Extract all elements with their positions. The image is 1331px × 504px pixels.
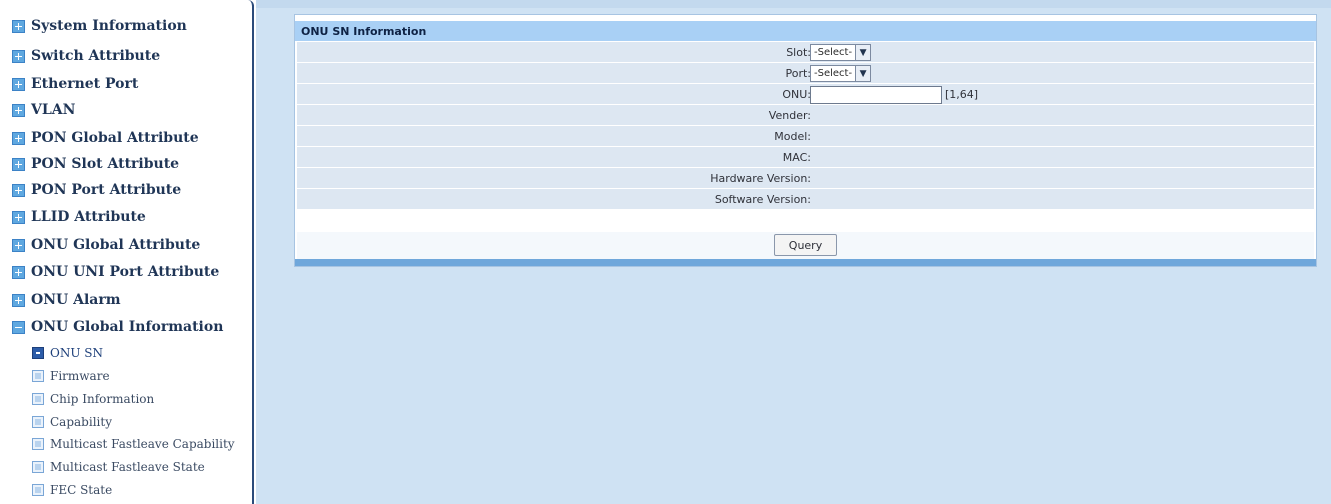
sidebar-item-label: PON Slot Attribute — [31, 156, 180, 172]
sidebar-item-ethernet-port[interactable]: Ethernet Port — [12, 74, 138, 94]
expand-plus-icon — [12, 103, 25, 117]
hardware-version-row: Hardware Version: — [297, 168, 1314, 189]
sidebar-item-llid-attribute[interactable]: LLID Attribute — [12, 207, 146, 227]
slot-label: Slot: — [786, 46, 811, 59]
expand-plus-icon — [12, 210, 25, 224]
sidebar-subitem-label: Multicast Fastleave State — [50, 460, 205, 474]
sidebar-item-pon-global-attribute[interactable]: PON Global Attribute — [12, 128, 199, 148]
query-row: Query — [297, 232, 1314, 259]
mac-row: MAC: — [297, 147, 1314, 168]
sidebar-subitem-label: Capability — [50, 415, 112, 429]
onu-input[interactable] — [810, 85, 942, 104]
page-icon — [32, 461, 44, 473]
port-row: Port: -Select- ▼ — [297, 63, 1314, 84]
sidebar-item-label: LLID Attribute — [31, 209, 146, 225]
onu-range-hint: [1,64] — [945, 88, 979, 101]
expand-plus-icon — [12, 131, 25, 145]
sidebar-subitem-onu-sn[interactable]: ONU SN — [32, 344, 103, 362]
sidebar-subitem-firmware[interactable]: Firmware — [32, 367, 110, 385]
sidebar-item-switch-attribute[interactable]: Switch Attribute — [12, 46, 160, 66]
expand-plus-icon — [12, 238, 25, 252]
onu-row: ONU: [1,64] — [297, 84, 1314, 105]
vender-row: Vender: — [297, 105, 1314, 126]
sidebar-item-onu-global-information[interactable]: ONU Global Information — [12, 317, 223, 337]
mac-label: MAC: — [782, 151, 811, 164]
sidebar-item-onu-uni-port-attribute[interactable]: ONU UNI Port Attribute — [12, 262, 219, 282]
software-version-label: Software Version: — [714, 193, 811, 206]
sidebar-item-label: PON Global Attribute — [31, 130, 199, 146]
expand-plus-icon — [12, 265, 25, 279]
top-strip — [256, 0, 1331, 8]
sidebar-item-pon-slot-attribute[interactable]: PON Slot Attribute — [12, 154, 179, 174]
page-icon — [32, 416, 44, 428]
page-icon — [32, 484, 44, 496]
main-content: ONU SN Information Slot: -Select- ▼ Port… — [256, 0, 1331, 504]
sidebar-item-label: ONU UNI Port Attribute — [31, 264, 220, 280]
onu-sn-panel: ONU SN Information Slot: -Select- ▼ Port… — [294, 14, 1317, 267]
sidebar-item-label: ONU Global Information — [31, 319, 224, 335]
model-row: Model: — [297, 126, 1314, 147]
page-icon — [32, 347, 44, 359]
sidebar-subitem-fec-state[interactable]: FEC State — [32, 481, 112, 499]
expand-plus-icon — [12, 77, 25, 91]
sidebar-item-onu-alarm[interactable]: ONU Alarm — [12, 290, 121, 310]
collapse-minus-icon — [12, 320, 25, 334]
port-select-value: -Select- — [814, 68, 853, 79]
slot-select-value: -Select- — [814, 47, 853, 58]
slot-select[interactable]: -Select- ▼ — [810, 44, 872, 61]
page-icon — [32, 438, 44, 450]
expand-plus-icon — [12, 293, 25, 307]
port-select[interactable]: -Select- ▼ — [810, 65, 872, 82]
model-label: Model: — [774, 130, 811, 143]
sidebar-subitem-multicast-fastleave-capability[interactable]: Multicast Fastleave Capability — [32, 435, 235, 453]
sidebar-subitem-label: Chip Information — [50, 392, 155, 406]
expand-plus-icon — [12, 183, 25, 197]
sidebar-item-label: ONU Global Attribute — [31, 237, 201, 253]
query-button[interactable]: Query — [774, 234, 837, 256]
panel-header: ONU SN Information — [295, 21, 1316, 41]
expand-plus-icon — [12, 49, 25, 63]
sidebar-item-label: PON Port Attribute — [31, 182, 182, 198]
sidebar-nav: System Information Switch Attribute Ethe… — [0, 0, 254, 504]
page-icon — [32, 393, 44, 405]
vender-label: Vender: — [768, 109, 811, 122]
sidebar-subitem-label: ONU SN — [50, 346, 103, 360]
page-icon — [32, 370, 44, 382]
sidebar-subitem-label: Firmware — [50, 369, 110, 383]
sidebar-item-label: Ethernet Port — [31, 76, 139, 92]
expand-plus-icon — [12, 157, 25, 171]
sidebar-subitem-capability[interactable]: Capability — [32, 413, 112, 431]
onu-label: ONU: — [782, 88, 811, 101]
sidebar-item-system-information[interactable]: System Information — [12, 16, 187, 36]
sidebar-item-label: System Information — [31, 18, 187, 34]
sidebar-subitem-label: FEC State — [50, 483, 113, 497]
sidebar-item-vlan[interactable]: VLAN — [12, 100, 75, 120]
chevron-down-icon[interactable]: ▼ — [855, 66, 871, 81]
hardware-version-label: Hardware Version: — [710, 172, 811, 185]
sidebar-subitem-multicast-fastleave-state[interactable]: Multicast Fastleave State — [32, 458, 205, 476]
expand-plus-icon — [12, 19, 25, 33]
sidebar-subitem-chip-information[interactable]: Chip Information — [32, 390, 154, 408]
sidebar-item-pon-port-attribute[interactable]: PON Port Attribute — [12, 180, 181, 200]
chevron-down-icon[interactable]: ▼ — [855, 45, 871, 60]
sidebar-subitem-label: Multicast Fastleave Capability — [50, 437, 235, 451]
sidebar-item-onu-global-attribute[interactable]: ONU Global Attribute — [12, 235, 200, 255]
port-label: Port: — [785, 67, 811, 80]
slot-row: Slot: -Select- ▼ — [297, 42, 1314, 63]
software-version-row: Software Version: — [297, 189, 1314, 210]
sidebar-item-label: VLAN — [31, 102, 76, 118]
sidebar-item-label: Switch Attribute — [31, 48, 161, 64]
panel-footer-bar — [295, 259, 1316, 266]
panel-title: ONU SN Information — [301, 24, 427, 38]
sidebar-item-label: ONU Alarm — [31, 292, 121, 308]
